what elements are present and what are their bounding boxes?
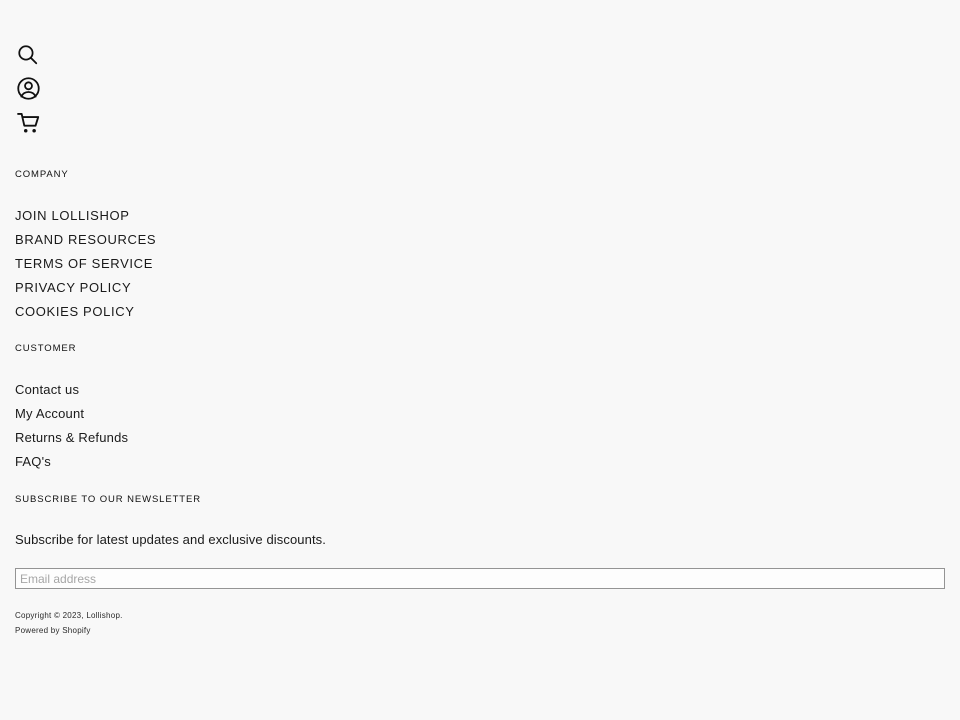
list-item: Returns & Refunds [15, 426, 945, 450]
link-contact-us[interactable]: Contact us [15, 378, 945, 402]
list-item: BRAND RESOURCES [15, 228, 945, 252]
link-faqs[interactable]: FAQ's [15, 450, 945, 474]
link-join-lollishop[interactable]: JOIN LOLLISHOP [15, 204, 945, 228]
cart-button[interactable] [15, 110, 45, 135]
powered-by-shopify-link[interactable]: Powered by Shopify [15, 626, 91, 635]
footer-page: COMPANY JOIN LOLLISHOP BRAND RESOURCES T… [0, 0, 960, 720]
company-link-list: JOIN LOLLISHOP BRAND RESOURCES TERMS OF … [15, 204, 945, 324]
list-item: My Account [15, 402, 945, 426]
footer-section-customer: CUSTOMER Contact us My Account Returns &… [15, 342, 945, 474]
search-button[interactable] [15, 42, 45, 67]
link-cookies-policy[interactable]: COOKIES POLICY [15, 300, 945, 324]
list-item: FAQ's [15, 450, 945, 474]
newsletter-description: Subscribe for latest updates and exclusi… [15, 532, 326, 547]
link-brand-resources[interactable]: BRAND RESOURCES [15, 228, 945, 252]
customer-heading: CUSTOMER [15, 343, 77, 354]
account-button[interactable] [15, 76, 45, 101]
copyright-text: Copyright © 2023, Lollishop. [15, 611, 123, 620]
account-icon [15, 75, 42, 102]
link-returns-and-refunds[interactable]: Returns & Refunds [15, 426, 945, 450]
list-item: PRIVACY POLICY [15, 276, 945, 300]
search-icon [15, 42, 40, 67]
list-item: COOKIES POLICY [15, 300, 945, 324]
link-my-account[interactable]: My Account [15, 402, 945, 426]
footer-content: COMPANY JOIN LOLLISHOP BRAND RESOURCES T… [15, 168, 945, 589]
customer-link-list: Contact us My Account Returns & Refunds … [15, 378, 945, 474]
powered-by-text: Powered by Shopify [15, 623, 123, 638]
link-privacy-policy[interactable]: PRIVACY POLICY [15, 276, 945, 300]
company-heading: COMPANY [15, 169, 69, 180]
link-terms-of-service[interactable]: TERMS OF SERVICE [15, 252, 945, 276]
footer-section-newsletter: SUBSCRIBE TO OUR NEWSLETTER Subscribe fo… [15, 493, 945, 589]
list-item: Contact us [15, 378, 945, 402]
utility-icon-rail [15, 42, 45, 135]
footer-section-company: COMPANY JOIN LOLLISHOP BRAND RESOURCES T… [15, 168, 945, 324]
email-input[interactable] [15, 568, 945, 589]
legal-block: Copyright © 2023, Lollishop. Powered by … [15, 608, 123, 638]
list-item: TERMS OF SERVICE [15, 252, 945, 276]
list-item: JOIN LOLLISHOP [15, 204, 945, 228]
cart-icon [15, 109, 43, 137]
newsletter-heading: SUBSCRIBE TO OUR NEWSLETTER [15, 494, 202, 505]
